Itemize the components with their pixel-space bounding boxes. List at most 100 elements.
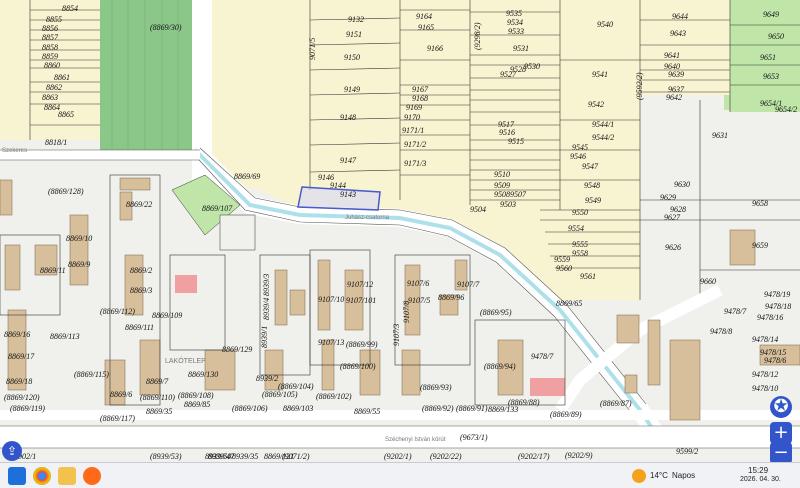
- parcel-label-9650: 9650: [768, 32, 784, 41]
- file-explorer-icon[interactable]: [58, 467, 76, 485]
- zoom-in-button[interactable]: +: [770, 422, 792, 444]
- chrome-icon[interactable]: [33, 467, 51, 485]
- parcel-label-9170: 9170: [404, 113, 420, 122]
- parcel-label-8869-88: (8869/88): [508, 398, 540, 407]
- parcel-label-9544-1: 9544/1: [592, 120, 615, 129]
- parcel-label-9592-2: (9592/2): [635, 72, 644, 100]
- parcel-label-9503: 9503: [500, 200, 516, 209]
- parcel-label-8869-115: (8869/115): [74, 370, 109, 379]
- parcel-label-9478-18: 9478/18: [765, 302, 792, 311]
- parcel-label-8860: 8860: [44, 61, 60, 70]
- parcel-label-8862: 8862: [46, 83, 62, 92]
- clock-date[interactable]: 2026. 04. 30.: [740, 476, 781, 483]
- parcel-label-9165: 9165: [418, 23, 434, 32]
- parcel-label-8861: 8861: [54, 73, 70, 82]
- parcel-label-8869-121: 8869/121: [264, 452, 295, 461]
- parcel-label-9659: 9659: [752, 241, 768, 250]
- parcel-label-9550: 9550: [572, 208, 588, 217]
- parcel-label-8869-89: (8869/89): [550, 410, 582, 419]
- parcel-label-8869-91: (8869/91): [456, 404, 488, 413]
- parcel-label-9554: 9554: [568, 224, 584, 233]
- share-button[interactable]: ⇪: [2, 441, 22, 461]
- parcel-label-9631: 9631: [712, 131, 728, 140]
- parcel-label-9639: 9639: [668, 70, 684, 79]
- parcel-label-9298-2: (9298/2): [473, 22, 482, 50]
- parcel-label-8869-113: 8869/113: [50, 332, 80, 341]
- parcel-label-9535: 9535: [506, 9, 522, 18]
- weather-desc: Napos: [672, 471, 696, 480]
- parcel-label-9478-6: 9478/6: [764, 356, 787, 365]
- parcel-label-9509: 9509: [494, 181, 510, 190]
- parcel-label-8869-3: 8869/3: [130, 286, 153, 295]
- parcel-label-8869-130: 8869/130: [188, 370, 219, 379]
- street-juhasz: Juhász-csatorna: [345, 215, 390, 221]
- parcel-label-9515: 9515: [508, 137, 524, 146]
- parcel-label-8869-99: (8869/99): [346, 340, 378, 349]
- parcel-label-9107-6: 9107/6: [407, 279, 430, 288]
- parcel-label-9478-14: 9478/14: [752, 335, 779, 344]
- parcel-label-9171-3: 9171/3: [404, 159, 427, 168]
- parcel-label-9673-1: (9673/1): [460, 433, 488, 442]
- parcel-label-9555: 9555: [572, 240, 588, 249]
- parcel-label-9107-101: 9107/101: [346, 296, 377, 305]
- parcel-label-9653: 9653: [763, 72, 779, 81]
- weather-temp: 14°C: [650, 471, 668, 480]
- compass-button[interactable]: ✪: [770, 396, 792, 418]
- parcel-label-9144: 9144: [330, 181, 346, 190]
- parcel-label-9171-2: 9171/2: [404, 140, 427, 149]
- parcel-label-8869-85: 8869/85: [184, 400, 211, 409]
- parcel-label-8869-103: 8869/103: [283, 404, 314, 413]
- parcel-label-9166: 9166: [427, 44, 443, 53]
- parcel-label-8939-2: 8939/2: [256, 374, 279, 383]
- parcel-label-9599-2: 9599/2: [676, 447, 699, 456]
- parcel-label-9143: 9143: [340, 190, 356, 199]
- parcel-label-8869-129: 8869/129: [222, 345, 253, 354]
- parcel-label-9546: 9546: [570, 152, 586, 161]
- parcel-label-8869-94: (8869/94): [484, 362, 516, 371]
- parcel-label-9107-8: 9107/8: [402, 300, 411, 323]
- share-icon: ⇪: [6, 444, 18, 458]
- parcel-label-9478-12: 9478/12: [752, 370, 779, 379]
- parcel-label-8869-9: 8869/9: [68, 260, 91, 269]
- parcel-label-9629: 9629: [660, 193, 676, 202]
- parcel-label-9541: 9541: [592, 70, 608, 79]
- parcel-label-8869-107: 8869/107: [202, 204, 233, 213]
- parcel-label-9478-7b: 9478/7: [531, 352, 554, 361]
- parcel-label-8869-18: 8869/18: [6, 377, 33, 386]
- parcel-label-9478-16: 9478/16: [757, 313, 784, 322]
- zoom-out-button[interactable]: −: [770, 442, 792, 462]
- parcel-label-9540: 9540: [597, 20, 613, 29]
- parcel-label-8859: 8859: [42, 52, 58, 61]
- cadastral-map[interactable]: 8854 8855 8856 8857 8858 8859 8860 8861 8862 8863…: [0, 0, 800, 462]
- parcel-label-9107-10: 9107/10: [318, 295, 345, 304]
- parcel-label-9478-8: 9478/8: [710, 327, 733, 336]
- parcel-label-9516: 9516: [499, 128, 515, 137]
- parcel-label-9561: 9561: [580, 272, 596, 281]
- parcel-label-8869-110: (8869/110): [140, 393, 175, 402]
- parcel-label-9510: 9510: [494, 170, 510, 179]
- parcel-label-9534: 9534: [507, 18, 523, 27]
- parcel-label-8863: 8863: [42, 93, 58, 102]
- parcel-label-9527: 9527: [500, 70, 516, 79]
- parcel-label-9542: 9542: [588, 100, 604, 109]
- parcel-label-8818-1: 8818/1: [45, 138, 68, 147]
- parcel-label-8869-35: 8869/35: [146, 407, 173, 416]
- parcel-label-9107-13: 9107/13: [318, 338, 345, 347]
- parcel-label-9202-1: (9202/1): [384, 452, 412, 461]
- parcel-label-9150: 9150: [344, 53, 360, 62]
- parcel-label-8869-102: (8869/102): [316, 392, 352, 401]
- firefox-icon[interactable]: [83, 467, 101, 485]
- weather-icon[interactable]: [632, 469, 646, 483]
- parcel-label-9545: 9545: [572, 143, 588, 152]
- clock-time[interactable]: 15:29: [748, 466, 768, 475]
- parcel-label-8869-108: (8869/108): [178, 391, 214, 400]
- parcel-label-8869-96: 8869/96: [438, 293, 465, 302]
- parcel-label-9649: 9649: [763, 10, 779, 19]
- parcel-label-8869-10: 8869/10: [66, 234, 93, 243]
- parcel-label-8869-117: (8869/117): [100, 414, 135, 423]
- street-szekeres: Szekeres: [2, 148, 28, 154]
- parcel-label-9560: 9560: [556, 264, 572, 273]
- parcel-label-8854: 8854: [62, 4, 78, 13]
- start-icon[interactable]: [8, 467, 26, 485]
- parcel-label-9533: 9533: [508, 27, 524, 36]
